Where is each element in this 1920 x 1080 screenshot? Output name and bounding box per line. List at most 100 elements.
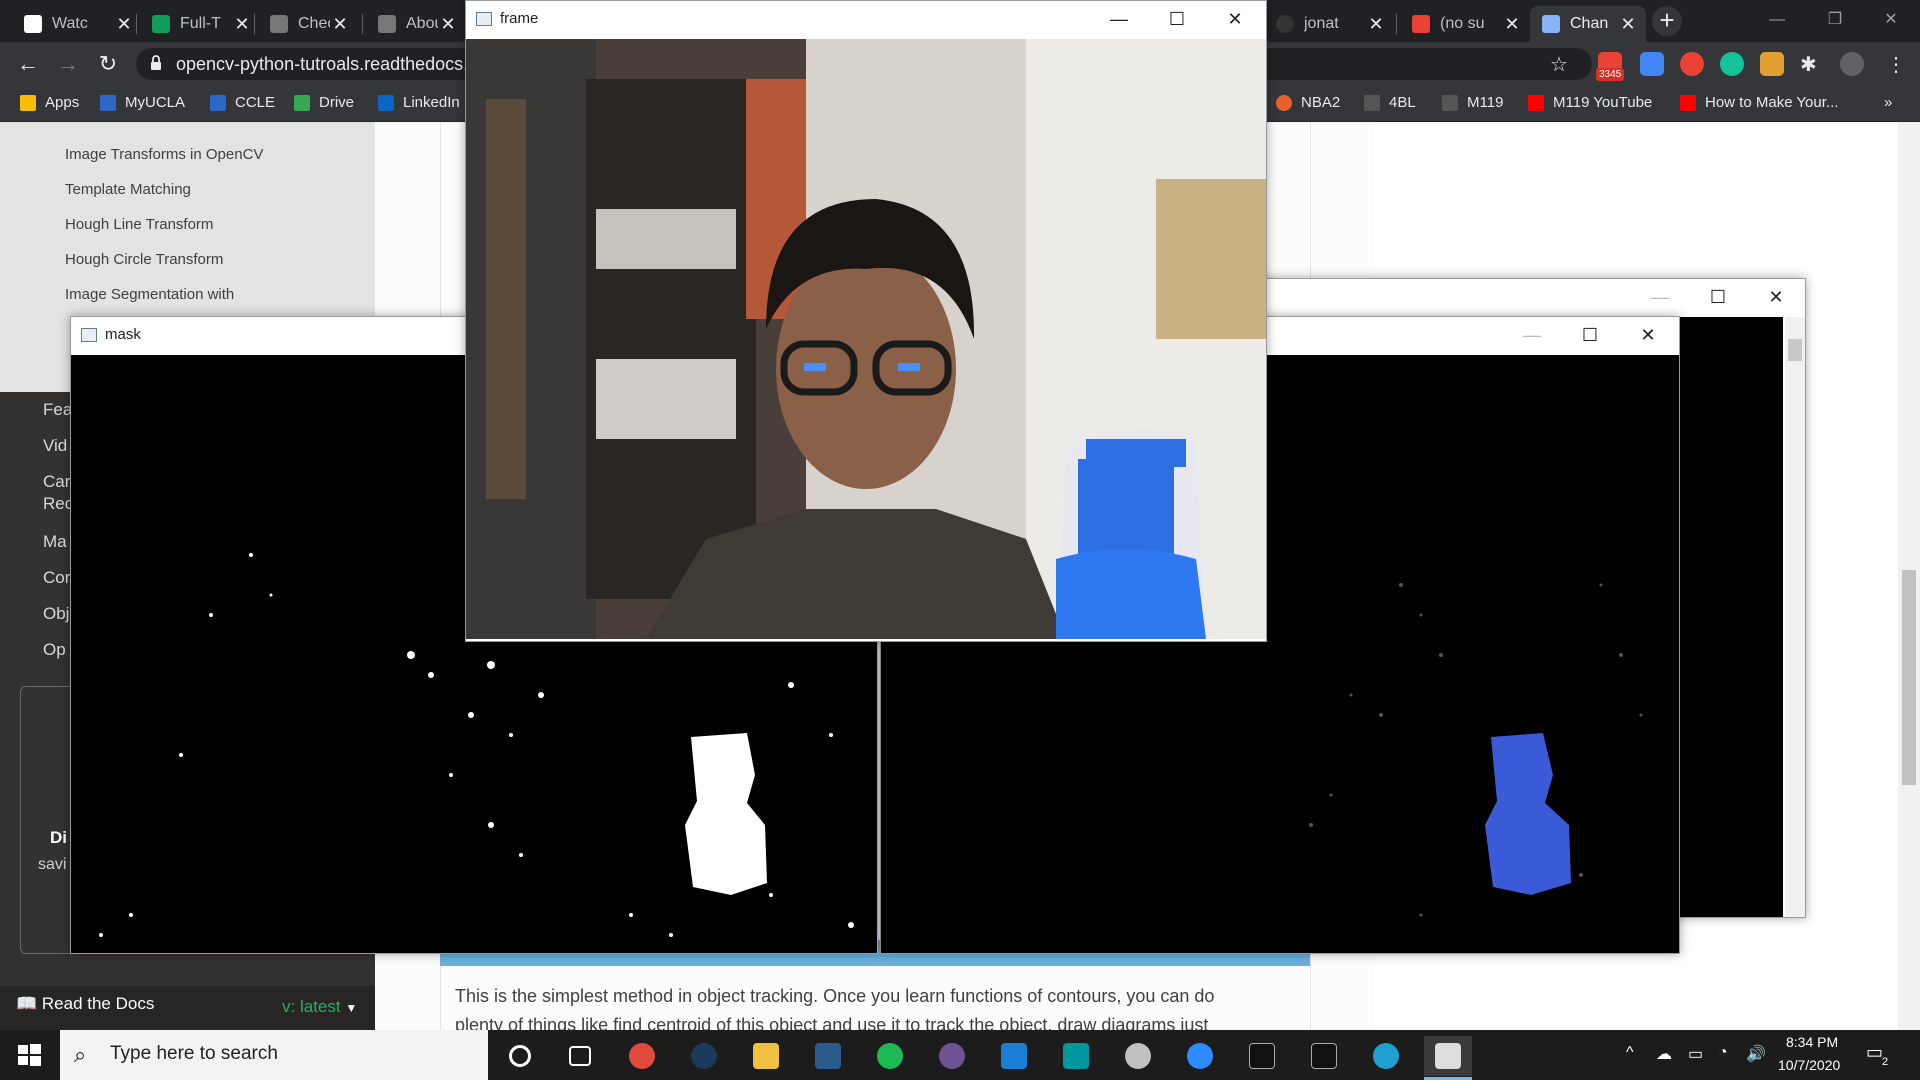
tab-4[interactable]: jonat ✕: [1264, 6, 1394, 42]
steam-icon[interactable]: [680, 1036, 728, 1076]
python-window-icon[interactable]: [1424, 1036, 1472, 1076]
file-explorer-icon[interactable]: [742, 1036, 790, 1076]
close-icon[interactable]: ✕: [1366, 14, 1386, 35]
volume-icon[interactable]: 🔊: [1746, 1044, 1766, 1064]
bookmark-4bl[interactable]: 4BL: [1364, 94, 1416, 111]
toc-category[interactable]: Rec: [43, 494, 73, 514]
toc-category[interactable]: Ma: [43, 532, 67, 552]
tab-5[interactable]: (no su ✕: [1400, 6, 1530, 42]
toc-category[interactable]: Cor: [43, 568, 70, 588]
minimize-icon[interactable]: —: [1090, 1, 1148, 37]
github-icon: [1276, 15, 1294, 33]
tab-divider: [362, 14, 363, 34]
close-icon[interactable]: ✕: [330, 14, 350, 35]
bookmark-ccle[interactable]: CCLE: [210, 94, 275, 111]
toc-category[interactable]: Car: [43, 472, 70, 492]
github-icon[interactable]: [928, 1036, 976, 1076]
toc-link[interactable]: Image Segmentation with: [65, 286, 234, 303]
tab-title: jonat: [1304, 15, 1339, 32]
close-icon[interactable]: ✕: [1618, 14, 1638, 35]
puzzle-icon[interactable]: ✱: [1800, 52, 1817, 77]
window-scrollbar[interactable]: [1785, 317, 1805, 917]
close-icon[interactable]: ✕: [1502, 14, 1522, 35]
vscode-icon[interactable]: [990, 1036, 1038, 1076]
tab-6-active[interactable]: Chan ✕: [1530, 6, 1646, 42]
clock-date[interactable]: 10/7/2020: [1778, 1057, 1840, 1073]
start-button[interactable]: [14, 1040, 44, 1070]
tab-2[interactable]: Chec ✕: [258, 6, 358, 42]
spotify-icon[interactable]: [866, 1036, 914, 1076]
close-icon[interactable]: ✕: [114, 14, 134, 35]
opencv-window-frame[interactable]: frame — ☐ ✕: [465, 0, 1267, 642]
toc-link[interactable]: Image Transforms in OpenCV: [65, 146, 263, 163]
avatar[interactable]: [1840, 52, 1864, 76]
extension-icon[interactable]: [1760, 52, 1784, 76]
notification-icon[interactable]: ▭: [1866, 1042, 1883, 1063]
calendar-extension-icon[interactable]: [1640, 52, 1664, 76]
minimize-icon[interactable]: —: [1748, 0, 1806, 40]
forward-icon[interactable]: →: [54, 50, 82, 78]
bookmark-m119[interactable]: M119: [1442, 94, 1503, 111]
bookmark-how-to[interactable]: How to Make Your...: [1680, 94, 1838, 111]
star-icon[interactable]: ☆: [1550, 52, 1568, 77]
more-menu-icon[interactable]: ⋮: [1886, 52, 1906, 77]
tab-1[interactable]: Full-T ✕: [140, 6, 260, 42]
task-view-icon[interactable]: [556, 1036, 604, 1076]
maximize-icon[interactable]: ☐: [1148, 1, 1206, 37]
window-scrollbar-thumb[interactable]: [1788, 339, 1802, 361]
toc-link[interactable]: Hough Line Transform: [65, 216, 213, 233]
terminal-icon[interactable]: [1238, 1036, 1286, 1076]
caret-down-icon: ▼: [345, 1001, 358, 1015]
new-tab-button[interactable]: +: [1652, 6, 1682, 36]
toc-category[interactable]: Fea: [43, 400, 72, 420]
arduino-icon[interactable]: [1052, 1036, 1100, 1076]
reload-icon[interactable]: ↻: [94, 50, 122, 78]
toc-category[interactable]: Vid: [43, 436, 67, 456]
cortana-icon[interactable]: [496, 1036, 544, 1076]
minimize-icon[interactable]: —: [1631, 279, 1689, 315]
edge-icon[interactable]: [1362, 1036, 1410, 1076]
toc-link[interactable]: Hough Circle Transform: [65, 251, 223, 268]
chrome-icon[interactable]: [618, 1036, 666, 1076]
command-prompt-icon[interactable]: [1300, 1036, 1348, 1076]
grammarly-icon[interactable]: [1720, 52, 1744, 76]
tab-3[interactable]: Abou ✕: [366, 6, 466, 42]
cloud-icon[interactable]: ☁: [1656, 1044, 1672, 1064]
maximize-icon[interactable]: ☐: [1561, 317, 1619, 353]
toc-link[interactable]: Template Matching: [65, 181, 191, 198]
version-selector[interactable]: v: latest ▼: [282, 997, 357, 1017]
window-titlebar[interactable]: frame — ☐ ✕: [466, 1, 1266, 37]
zoom-icon[interactable]: [1176, 1036, 1224, 1076]
bookmarks-overflow-icon[interactable]: »: [1884, 94, 1892, 111]
app-icon[interactable]: [804, 1036, 852, 1076]
bookmark-linkedin[interactable]: LinkedIn: [378, 94, 460, 111]
url-text[interactable]: opencv-python-tutroals.readthedocs.: [176, 54, 468, 75]
search-placeholder: Type here to search: [110, 1043, 278, 1064]
paint-icon[interactable]: [1114, 1036, 1162, 1076]
toc-category[interactable]: Obj: [43, 604, 69, 624]
bookmark-nba2[interactable]: NBA2: [1276, 94, 1340, 111]
bookmark-m119-youtube[interactable]: M119 YouTube: [1528, 94, 1652, 111]
page-scrollbar-thumb[interactable]: [1902, 570, 1916, 785]
red-extension-icon[interactable]: [1680, 52, 1704, 76]
tab-0[interactable]: Watc ✕: [12, 6, 142, 42]
close-icon[interactable]: ✕: [232, 14, 252, 35]
clock-time[interactable]: 8:34 PM: [1786, 1034, 1838, 1050]
toc-category[interactable]: Op: [43, 640, 66, 660]
maximize-icon[interactable]: ☐: [1689, 279, 1747, 315]
close-icon[interactable]: ✕: [1747, 279, 1805, 315]
battery-icon[interactable]: ▭: [1688, 1044, 1703, 1064]
bookmark-apps[interactable]: Apps: [20, 94, 79, 111]
wifi-icon[interactable]: ◔: [1718, 1044, 1728, 1062]
chevron-up-icon[interactable]: ^: [1626, 1044, 1634, 1062]
back-icon[interactable]: ←: [14, 50, 42, 78]
bookmark-drive[interactable]: Drive: [294, 94, 354, 111]
minimize-icon[interactable]: —: [1503, 317, 1561, 353]
restore-icon[interactable]: ❐: [1806, 0, 1864, 40]
close-icon[interactable]: ✕: [438, 14, 458, 35]
close-icon[interactable]: ✕: [1206, 1, 1264, 37]
window-titlebar[interactable]: — ☐ ✕: [1251, 279, 1805, 315]
bookmark-myucla[interactable]: MyUCLA: [100, 94, 185, 111]
close-icon[interactable]: ✕: [1619, 317, 1677, 353]
close-icon[interactable]: ✕: [1862, 0, 1920, 40]
